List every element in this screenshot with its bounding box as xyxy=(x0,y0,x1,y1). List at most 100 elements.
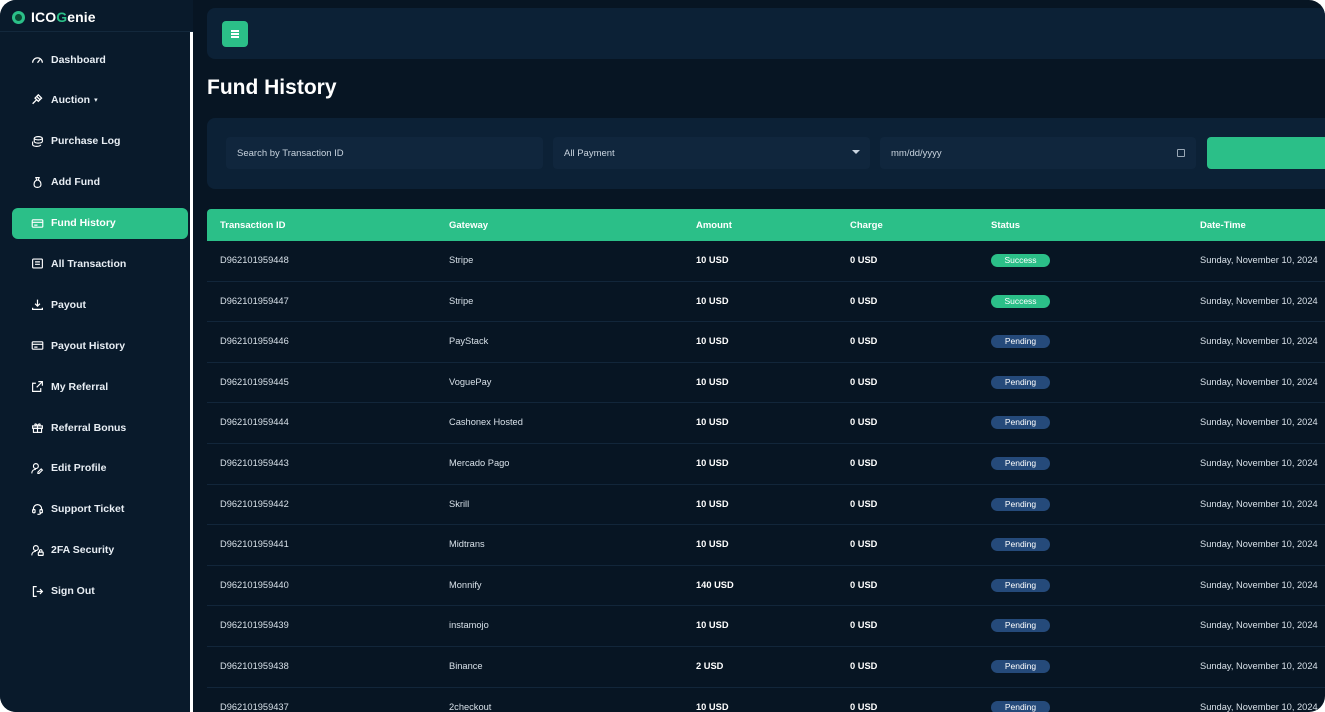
transaction-id-cell: D962101959446 xyxy=(220,336,289,347)
calendar-icon[interactable] xyxy=(1177,149,1185,157)
search-button[interactable] xyxy=(1207,137,1325,169)
amount-cell: 10 USD xyxy=(696,457,729,468)
sidebar-item-fund-history[interactable]: Fund History xyxy=(12,207,188,239)
sidebar-item-auction[interactable]: Auction ▾ xyxy=(12,85,188,116)
amount-cell: 140 USD xyxy=(696,579,734,590)
sidebar-item-my-referral[interactable]: My Referral xyxy=(12,371,188,402)
charge-cell: 0 USD xyxy=(850,701,878,712)
share-icon xyxy=(31,380,44,393)
sidebar-item-label: Support Ticket xyxy=(51,503,125,516)
amount-cell: 10 USD xyxy=(696,417,729,428)
header-amount: Amount xyxy=(696,220,732,231)
date-time-cell: Sunday, November 10, 2024 xyxy=(1200,336,1318,347)
table-row: D962101959439 instamojo 10 USD 0 USD Pending… xyxy=(207,606,1325,647)
status-cell: Pending xyxy=(991,578,1050,593)
charge-cell: 0 USD xyxy=(850,457,878,468)
transaction-id-cell: D962101959439 xyxy=(220,620,289,631)
search-input[interactable] xyxy=(237,147,543,159)
status-badge: Pending xyxy=(991,700,1050,712)
amount-cell: 10 USD xyxy=(696,498,729,509)
amount-cell: 10 USD xyxy=(696,336,729,347)
table-row: D962101959438 Binance 2 USD 0 USD Pending Sun… xyxy=(207,647,1325,688)
charge-cell: 0 USD xyxy=(850,498,878,509)
headset-icon xyxy=(31,503,44,516)
sidebar-item-label: Auction xyxy=(51,94,91,107)
sidebar-item-add-fund[interactable]: Add Fund xyxy=(12,167,188,198)
sidebar-item-referral-bonus[interactable]: Referral Bonus xyxy=(12,412,188,443)
gateway-cell: Mercado Pago xyxy=(449,457,510,468)
sidebar-item-support-ticket[interactable]: Support Ticket xyxy=(12,494,188,525)
sidebar-item-label: Fund History xyxy=(51,217,116,230)
menu-toggle-button[interactable] xyxy=(222,21,248,47)
charge-cell: 0 USD xyxy=(850,255,878,265)
date-time-cell: Sunday, November 10, 2024 xyxy=(1200,620,1318,631)
sidebar-item-purchase-log[interactable]: Purchase Log xyxy=(12,126,188,157)
transaction-id-cell: D962101959438 xyxy=(220,660,289,671)
table-row: D962101959440 Monnify 140 USD 0 USD Pending S… xyxy=(207,566,1325,607)
sidebar-item-label: Edit Profile xyxy=(51,462,107,475)
sidebar-item-all-transaction[interactable]: All Transaction xyxy=(12,248,188,279)
receipt-icon xyxy=(31,257,44,270)
transaction-id-cell: D962101959443 xyxy=(220,457,289,468)
sidebar-item-sign-out[interactable]: Sign Out xyxy=(12,576,188,607)
sidebar-item-label: 2FA Security xyxy=(51,544,115,557)
page-title: Fund History xyxy=(207,76,337,99)
table-row: D962101959437 2checkout 10 USD 0 USD Pending… xyxy=(207,688,1325,712)
gateway-cell: VoguePay xyxy=(449,376,492,387)
logo-text: ICOGenie xyxy=(31,9,96,25)
sidebar-item-edit-profile[interactable]: Edit Profile xyxy=(12,453,188,484)
gateway-cell: Stripe xyxy=(449,255,474,265)
status-badge: Pending xyxy=(991,375,1050,389)
date-time-cell: Sunday, November 10, 2024 xyxy=(1200,457,1318,468)
sidebar-item-label: Payout xyxy=(51,298,87,311)
gateway-cell: Midtrans xyxy=(449,539,485,550)
header-transaction-id: Transaction ID xyxy=(220,220,286,231)
hamburger-icon xyxy=(231,33,239,35)
table-row: D962101959442 Skrill 10 USD 0 USD Pending Sun… xyxy=(207,485,1325,526)
amount-cell: 10 USD xyxy=(696,701,729,712)
logo[interactable]: ICOGenie xyxy=(12,8,96,26)
sidebar-item-payout-history[interactable]: Payout History xyxy=(12,330,188,361)
sidebar-item-payout[interactable]: Payout xyxy=(12,289,188,320)
transaction-id-cell: D962101959444 xyxy=(220,417,289,428)
status-cell: Success xyxy=(991,294,1050,309)
logo-divider xyxy=(0,31,193,32)
status-badge: Pending xyxy=(991,659,1050,673)
date-time-cell: Sunday, November 10, 2024 xyxy=(1200,539,1318,550)
amount-cell: 10 USD xyxy=(696,539,729,550)
gateway-cell: instamojo xyxy=(449,620,489,631)
top-bar xyxy=(207,8,1325,59)
search-field[interactable] xyxy=(226,137,543,169)
sidebar-item-label: Purchase Log xyxy=(51,135,121,148)
transaction-id-cell: D962101959445 xyxy=(220,376,289,387)
header-status: Status xyxy=(991,220,1021,231)
date-time-cell: Sunday, November 10, 2024 xyxy=(1200,376,1318,387)
payment-select-value: All Payment xyxy=(564,147,615,159)
date-field[interactable] xyxy=(880,137,1196,169)
transaction-id-cell: D962101959437 xyxy=(220,701,289,712)
table-header: Transaction ID Gateway Amount Charge Sta… xyxy=(207,209,1325,241)
transaction-id-cell: D962101959447 xyxy=(220,295,289,306)
transaction-id-cell: D962101959442 xyxy=(220,498,289,509)
date-time-cell: Sunday, November 10, 2024 xyxy=(1200,701,1318,712)
charge-cell: 0 USD xyxy=(850,417,878,428)
chevron-down-icon xyxy=(852,150,860,154)
date-input[interactable] xyxy=(891,147,1196,159)
sidebar-item-label: All Transaction xyxy=(51,257,127,270)
sidebar-item-dashboard[interactable]: Dashboard xyxy=(12,44,188,75)
coins-icon xyxy=(31,135,44,148)
header-date-time: Date-Time xyxy=(1200,220,1246,231)
filter-card: All Payment xyxy=(207,118,1325,189)
charge-cell: 0 USD xyxy=(850,336,878,347)
date-time-cell: Sunday, November 10, 2024 xyxy=(1200,660,1318,671)
date-time-cell: Sunday, November 10, 2024 xyxy=(1200,295,1318,306)
user-edit-icon xyxy=(31,462,44,475)
payment-select[interactable]: All Payment xyxy=(553,137,870,169)
charge-cell: 0 USD xyxy=(850,579,878,590)
download-icon xyxy=(31,298,44,311)
status-badge: Pending xyxy=(991,497,1050,511)
amount-cell: 10 USD xyxy=(696,620,729,631)
sidebar-item-2fa-security[interactable]: 2FA Security xyxy=(12,535,188,566)
status-badge: Pending xyxy=(991,619,1050,633)
amount-cell: 2 USD xyxy=(696,660,724,671)
